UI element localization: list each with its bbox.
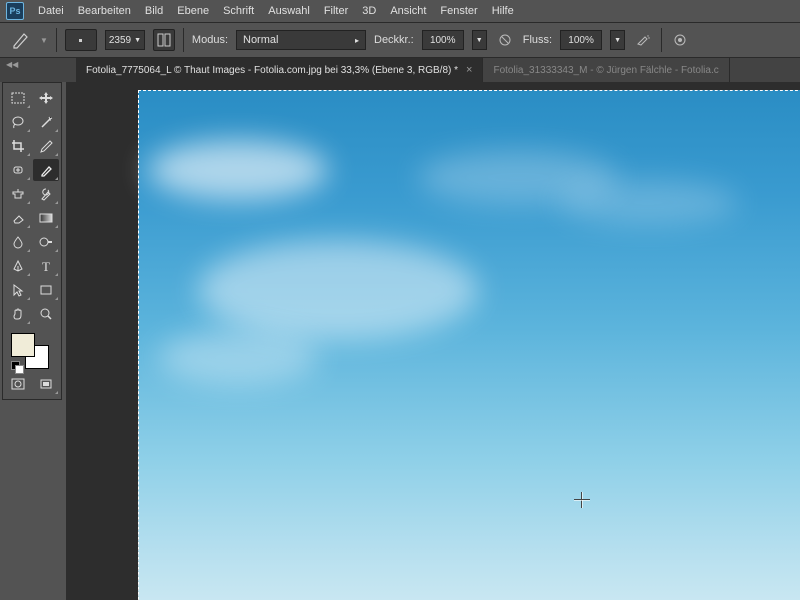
divider bbox=[56, 28, 57, 52]
pen-tool[interactable] bbox=[5, 255, 31, 277]
cloud-shape bbox=[558, 180, 738, 225]
type-tool[interactable]: T bbox=[33, 255, 59, 277]
healing-tool[interactable] bbox=[5, 159, 31, 181]
blur-tool[interactable] bbox=[5, 231, 31, 253]
path-select-tool[interactable] bbox=[5, 279, 31, 301]
brush-size-value[interactable]: 2359▼ bbox=[105, 30, 145, 50]
flow-dropdown[interactable]: ▼ bbox=[610, 30, 625, 50]
airbrush-icon[interactable] bbox=[633, 31, 653, 49]
move-tool[interactable] bbox=[33, 87, 59, 109]
cloud-shape bbox=[158, 330, 318, 385]
tool-options-bar: ▼ 2359▼ Modus: Normal▸ Deckkr.: 100% ▼ F… bbox=[0, 22, 800, 58]
brush-dropdown-arrow-icon[interactable]: ▼ bbox=[40, 36, 48, 45]
opacity-dropdown[interactable]: ▼ bbox=[472, 30, 487, 50]
clone-stamp-tool[interactable] bbox=[5, 183, 31, 205]
document-tab-inactive[interactable]: Fotolia_31333343_M - © Jürgen Fälchle - … bbox=[483, 58, 729, 82]
eyedropper-tool[interactable] bbox=[33, 135, 59, 157]
menu-auswahl[interactable]: Auswahl bbox=[268, 5, 310, 17]
menu-3d[interactable]: 3D bbox=[362, 5, 376, 17]
cloud-shape bbox=[148, 140, 328, 200]
zoom-tool[interactable] bbox=[33, 303, 59, 325]
magic-wand-tool[interactable] bbox=[33, 111, 59, 133]
marquee-tool[interactable] bbox=[5, 87, 31, 109]
brush-panel-toggle[interactable] bbox=[153, 29, 175, 51]
opacity-value[interactable]: 100% bbox=[422, 30, 464, 50]
default-colors-icon[interactable] bbox=[11, 361, 21, 371]
blend-mode-select[interactable]: Normal▸ bbox=[236, 30, 366, 50]
document-tab-active[interactable]: Fotolia_7775064_L © Thaut Images - Fotol… bbox=[76, 58, 483, 82]
close-icon[interactable]: × bbox=[466, 64, 472, 76]
brush-tool[interactable] bbox=[33, 159, 59, 181]
foreground-color-swatch[interactable] bbox=[11, 333, 35, 357]
hand-tool[interactable] bbox=[5, 303, 31, 325]
pressure-opacity-icon[interactable] bbox=[495, 31, 515, 49]
divider bbox=[661, 28, 662, 52]
app-logo: Ps bbox=[6, 2, 24, 20]
menu-ansicht[interactable]: Ansicht bbox=[390, 5, 426, 17]
document-tab-bar: Fotolia_7775064_L © Thaut Images - Fotol… bbox=[0, 58, 800, 82]
menu-fenster[interactable]: Fenster bbox=[440, 5, 477, 17]
workspace-area bbox=[66, 82, 800, 600]
shape-tool[interactable] bbox=[33, 279, 59, 301]
menu-ebene[interactable]: Ebene bbox=[177, 5, 209, 17]
document-canvas[interactable] bbox=[138, 90, 800, 600]
brush-preset-picker[interactable] bbox=[65, 29, 97, 51]
cloud-shape bbox=[198, 240, 478, 340]
brush-tool-icon bbox=[10, 30, 32, 50]
quickmask-icon[interactable] bbox=[5, 373, 31, 395]
document-tab-label: Fotolia_7775064_L © Thaut Images - Fotol… bbox=[86, 65, 458, 76]
mode-label: Modus: bbox=[192, 34, 228, 46]
collapse-handle-icon[interactable]: ◀◀ bbox=[6, 60, 18, 68]
pressure-size-icon[interactable] bbox=[670, 31, 690, 49]
dodge-tool[interactable] bbox=[33, 231, 59, 253]
gradient-tool[interactable] bbox=[33, 207, 59, 229]
menu-bearbeiten[interactable]: Bearbeiten bbox=[78, 5, 131, 17]
flow-value[interactable]: 100% bbox=[560, 30, 602, 50]
opacity-label: Deckkr.: bbox=[374, 34, 414, 46]
toolbox-panel: T bbox=[2, 82, 62, 400]
menu-bild[interactable]: Bild bbox=[145, 5, 163, 17]
color-swatches bbox=[5, 331, 59, 371]
lasso-tool[interactable] bbox=[5, 111, 31, 133]
svg-text:T: T bbox=[42, 259, 50, 273]
menu-hilfe[interactable]: Hilfe bbox=[492, 5, 514, 17]
menu-bar: Ps Datei Bearbeiten Bild Ebene Schrift A… bbox=[0, 0, 800, 22]
history-brush-tool[interactable] bbox=[33, 183, 59, 205]
screenmode-icon[interactable] bbox=[33, 373, 59, 395]
crop-tool[interactable] bbox=[5, 135, 31, 157]
document-tab-label: Fotolia_31333343_M - © Jürgen Fälchle - … bbox=[493, 65, 718, 76]
menu-datei[interactable]: Datei bbox=[38, 5, 64, 17]
eraser-tool[interactable] bbox=[5, 207, 31, 229]
menu-filter[interactable]: Filter bbox=[324, 5, 348, 17]
menu-schrift[interactable]: Schrift bbox=[223, 5, 254, 17]
divider bbox=[183, 28, 184, 52]
flow-label: Fluss: bbox=[523, 34, 552, 46]
